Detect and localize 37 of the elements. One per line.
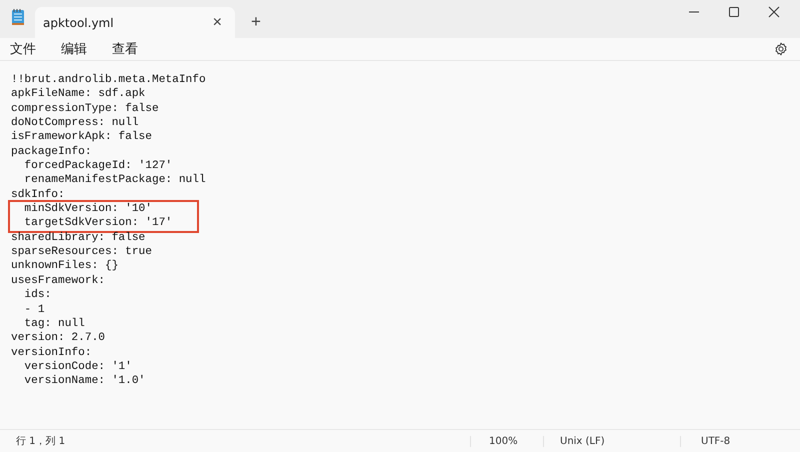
line-ending[interactable]: Unix (LF) (543, 436, 680, 446)
code-line: sdkInfo: (11, 188, 66, 202)
code-line: versionInfo: (11, 346, 93, 360)
zoom-level[interactable]: 100% (470, 436, 543, 446)
menu-item[interactable]: 查看 (112, 40, 161, 58)
code-line: sparseResources: true (11, 245, 153, 260)
code-line: ids: (23, 288, 52, 302)
code-line: minSdkVersion: '10' (23, 202, 153, 216)
cursor-position: 行 1，列 1 (15, 435, 66, 448)
close-tab-button[interactable]: × (210, 14, 225, 30)
code-line: doNotCompress: null (11, 116, 140, 130)
maximize-icon (728, 6, 740, 18)
encoding[interactable]: UTF-8 (680, 436, 730, 446)
code-line: versionCode: '1' (23, 360, 133, 374)
code-line: isFrameworkApk: false (11, 130, 153, 145)
code-line: targetSdkVersion: '17' (23, 216, 174, 231)
notepad-icon (11, 8, 25, 26)
code-line: tag: null (23, 316, 86, 332)
code-line: forcedPackageId: '127' (23, 159, 174, 174)
code-line: !!brut.androlib.meta.MetaInfo (11, 73, 207, 88)
code-line: apkFileName: sdf.apk (11, 87, 146, 102)
code-line: versionName: '1.0' (23, 374, 146, 389)
code-line: - 1 (23, 302, 46, 317)
code-line: packageInfo: (11, 144, 93, 160)
tab-title: apktool.yml (43, 16, 115, 30)
settings-icon[interactable] (774, 42, 788, 56)
file-tab[interactable]: apktool.yml × (35, 7, 235, 38)
code-line: renameManifestPackage: null (23, 173, 207, 188)
code-line: usesFramework: (11, 274, 106, 288)
code-line: sharedLibrary: false (11, 230, 146, 246)
code-line: compressionType: false (11, 102, 160, 116)
menu-item[interactable]: 编辑 (61, 40, 110, 58)
code-line: unknownFiles: {} (11, 259, 120, 274)
new-tab-button[interactable]: + (247, 13, 265, 31)
code-line: version: 2.7.0 (11, 331, 106, 346)
menu-item[interactable]: 文件 (10, 40, 59, 58)
close-icon (768, 6, 780, 18)
